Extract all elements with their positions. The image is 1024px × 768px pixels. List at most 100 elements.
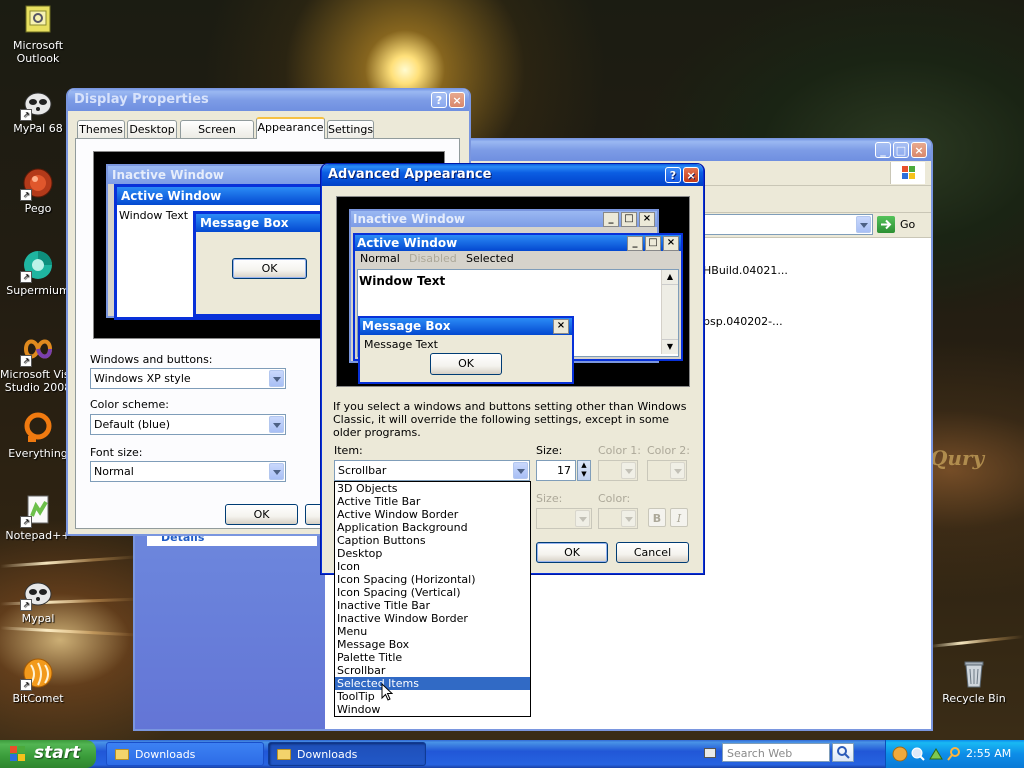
list-item[interactable]: Scrollbar: [335, 664, 530, 677]
preview-ok-button: OK: [232, 258, 307, 279]
list-item[interactable]: Inactive Window Border: [335, 612, 530, 625]
font-size-select[interactable]: [536, 508, 592, 529]
desktop-icon-pego[interactable]: ↗ Pego: [0, 167, 76, 215]
list-item[interactable]: Icon Spacing (Horizontal): [335, 573, 530, 586]
font-color-label: Color:: [598, 492, 631, 505]
item-dropdown-list[interactable]: 3D Objects Active Title Bar Active Windo…: [334, 481, 531, 717]
list-item[interactable]: Application Background: [335, 521, 530, 534]
chevron-down-icon[interactable]: [269, 370, 284, 387]
close-button[interactable]: ×: [683, 167, 699, 183]
taskbar-item-downloads[interactable]: Downloads: [106, 742, 264, 766]
ok-button[interactable]: OK: [536, 542, 608, 563]
cancel-button[interactable]: Cancel: [616, 542, 689, 563]
file-item[interactable]: psp.040202-...: [703, 315, 783, 328]
list-item[interactable]: 3D Objects: [335, 482, 530, 495]
list-item[interactable]: Desktop: [335, 547, 530, 560]
tab-themes[interactable]: Themes: [77, 120, 125, 138]
list-item[interactable]: Message Box: [335, 638, 530, 651]
italic-toggle[interactable]: I: [670, 508, 688, 527]
chevron-down-icon[interactable]: [269, 463, 284, 480]
shortcut-arrow-icon: ↗: [20, 679, 32, 691]
close-button[interactable]: ×: [449, 92, 465, 108]
size-spinner[interactable]: ▲ ▼: [577, 460, 591, 481]
tray-globe-icon[interactable]: [892, 746, 908, 762]
dialog-title: Advanced Appearance: [328, 167, 492, 182]
display-properties-titlebar[interactable]: Display Properties ? ×: [68, 89, 469, 111]
desktop-icon-mypal-68[interactable]: ↗ MyPal 68: [0, 87, 76, 135]
list-item[interactable]: Palette Title: [335, 651, 530, 664]
desktop-icon-everything[interactable]: Everything: [0, 412, 76, 460]
chevron-down-icon[interactable]: [513, 462, 528, 479]
chevron-down-icon[interactable]: [856, 216, 871, 233]
desktop-icon-label: Microsoft Outlook: [12, 39, 64, 65]
search-web-input[interactable]: Search Web: [722, 743, 830, 762]
preview-window-text: Window Text: [359, 274, 446, 288]
list-item[interactable]: Active Window Border: [335, 508, 530, 521]
taskbar-item-downloads-active[interactable]: Downloads: [268, 742, 426, 766]
preview-message-text: Message Text: [364, 338, 438, 351]
list-item[interactable]: Icon: [335, 560, 530, 573]
tab-desktop[interactable]: Desktop: [127, 120, 177, 138]
start-button[interactable]: start: [0, 740, 96, 768]
tab-appearance[interactable]: Appearance: [256, 117, 325, 139]
advanced-appearance-titlebar[interactable]: Advanced Appearance ? ×: [322, 164, 703, 186]
font-size-select[interactable]: Normal: [90, 461, 286, 482]
desktop-icon-label: Pego: [24, 202, 52, 215]
font-color-picker[interactable]: [598, 508, 638, 529]
bold-toggle[interactable]: B: [648, 508, 666, 527]
chevron-down-icon: [621, 510, 636, 527]
list-item[interactable]: Window: [335, 703, 530, 716]
color2-picker[interactable]: [647, 460, 687, 481]
tab-settings[interactable]: Settings: [327, 120, 374, 138]
list-item-highlighted[interactable]: Selected Items: [335, 677, 530, 690]
preview-menu-selected: Selected: [466, 252, 514, 265]
list-item[interactable]: Active Title Bar: [335, 495, 530, 508]
close-button[interactable]: ×: [911, 142, 927, 158]
tray-clock[interactable]: 2:55 AM: [966, 740, 1011, 768]
tray-search-icon[interactable]: [910, 746, 926, 762]
chevron-down-icon[interactable]: [269, 416, 284, 433]
list-item[interactable]: Inactive Title Bar: [335, 599, 530, 612]
minimize-button[interactable]: _: [875, 142, 891, 158]
list-item[interactable]: ToolTip: [335, 690, 530, 703]
preview-window-text: Window Text: [119, 209, 189, 222]
item-label: Item:: [334, 444, 363, 457]
preview-menu-disabled: Disabled: [409, 252, 457, 265]
file-item[interactable]: HBuild.04021...: [703, 264, 788, 277]
tray-magnifier-icon[interactable]: [946, 746, 962, 762]
help-button[interactable]: ?: [431, 92, 447, 108]
color1-picker[interactable]: [598, 460, 638, 481]
outlook-icon: [22, 4, 54, 36]
address-combo[interactable]: [695, 214, 873, 235]
keyboard-icon[interactable]: [704, 748, 716, 758]
help-button[interactable]: ?: [665, 167, 681, 183]
preview-menubar: Normal Disabled Selected: [355, 251, 681, 267]
list-item[interactable]: Menu: [335, 625, 530, 638]
maximize-button[interactable]: □: [893, 142, 909, 158]
minimize-icon: _: [603, 212, 619, 227]
desktop-icon-supermium[interactable]: ↗ Supermium: [0, 249, 76, 297]
desktop-icon-label: Microsoft Visu Studio 2008: [0, 368, 77, 394]
list-item[interactable]: Caption Buttons: [335, 534, 530, 547]
size-input[interactable]: 17: [536, 460, 576, 481]
preview-message-box: Message Box × Message Text OK: [358, 316, 574, 384]
tab-screen-saver[interactable]: Screen Saver: [180, 120, 254, 153]
desktop-icon-label: Mypal: [21, 612, 55, 625]
desktop-icon-notepadpp[interactable]: ↗ Notepad++: [0, 494, 76, 542]
preview-active-title-text: Active Window: [357, 236, 458, 250]
desktop-icon-recycle-bin[interactable]: Recycle Bin: [936, 657, 1012, 705]
list-item[interactable]: Icon Spacing (Vertical): [335, 586, 530, 599]
desktop-icon-bitcomet[interactable]: ↗ BitComet: [0, 657, 76, 705]
desktop-icon-outlook[interactable]: Microsoft Outlook: [0, 4, 76, 65]
go-arrow-icon[interactable]: [877, 216, 895, 233]
desktop-icon-visual-studio[interactable]: ↗ Microsoft Visu Studio 2008: [0, 333, 77, 394]
color-scheme-select[interactable]: Default (blue): [90, 414, 286, 435]
item-select[interactable]: Scrollbar: [334, 460, 530, 481]
tray-network-icon[interactable]: [928, 746, 944, 762]
ok-button[interactable]: OK: [225, 504, 298, 525]
go-button[interactable]: Go: [900, 213, 915, 237]
search-button[interactable]: [832, 743, 854, 762]
windows-buttons-select[interactable]: Windows XP style: [90, 368, 286, 389]
desktop-icon-mypal[interactable]: ↗ Mypal: [0, 577, 76, 625]
size-label: Size:: [536, 444, 563, 457]
